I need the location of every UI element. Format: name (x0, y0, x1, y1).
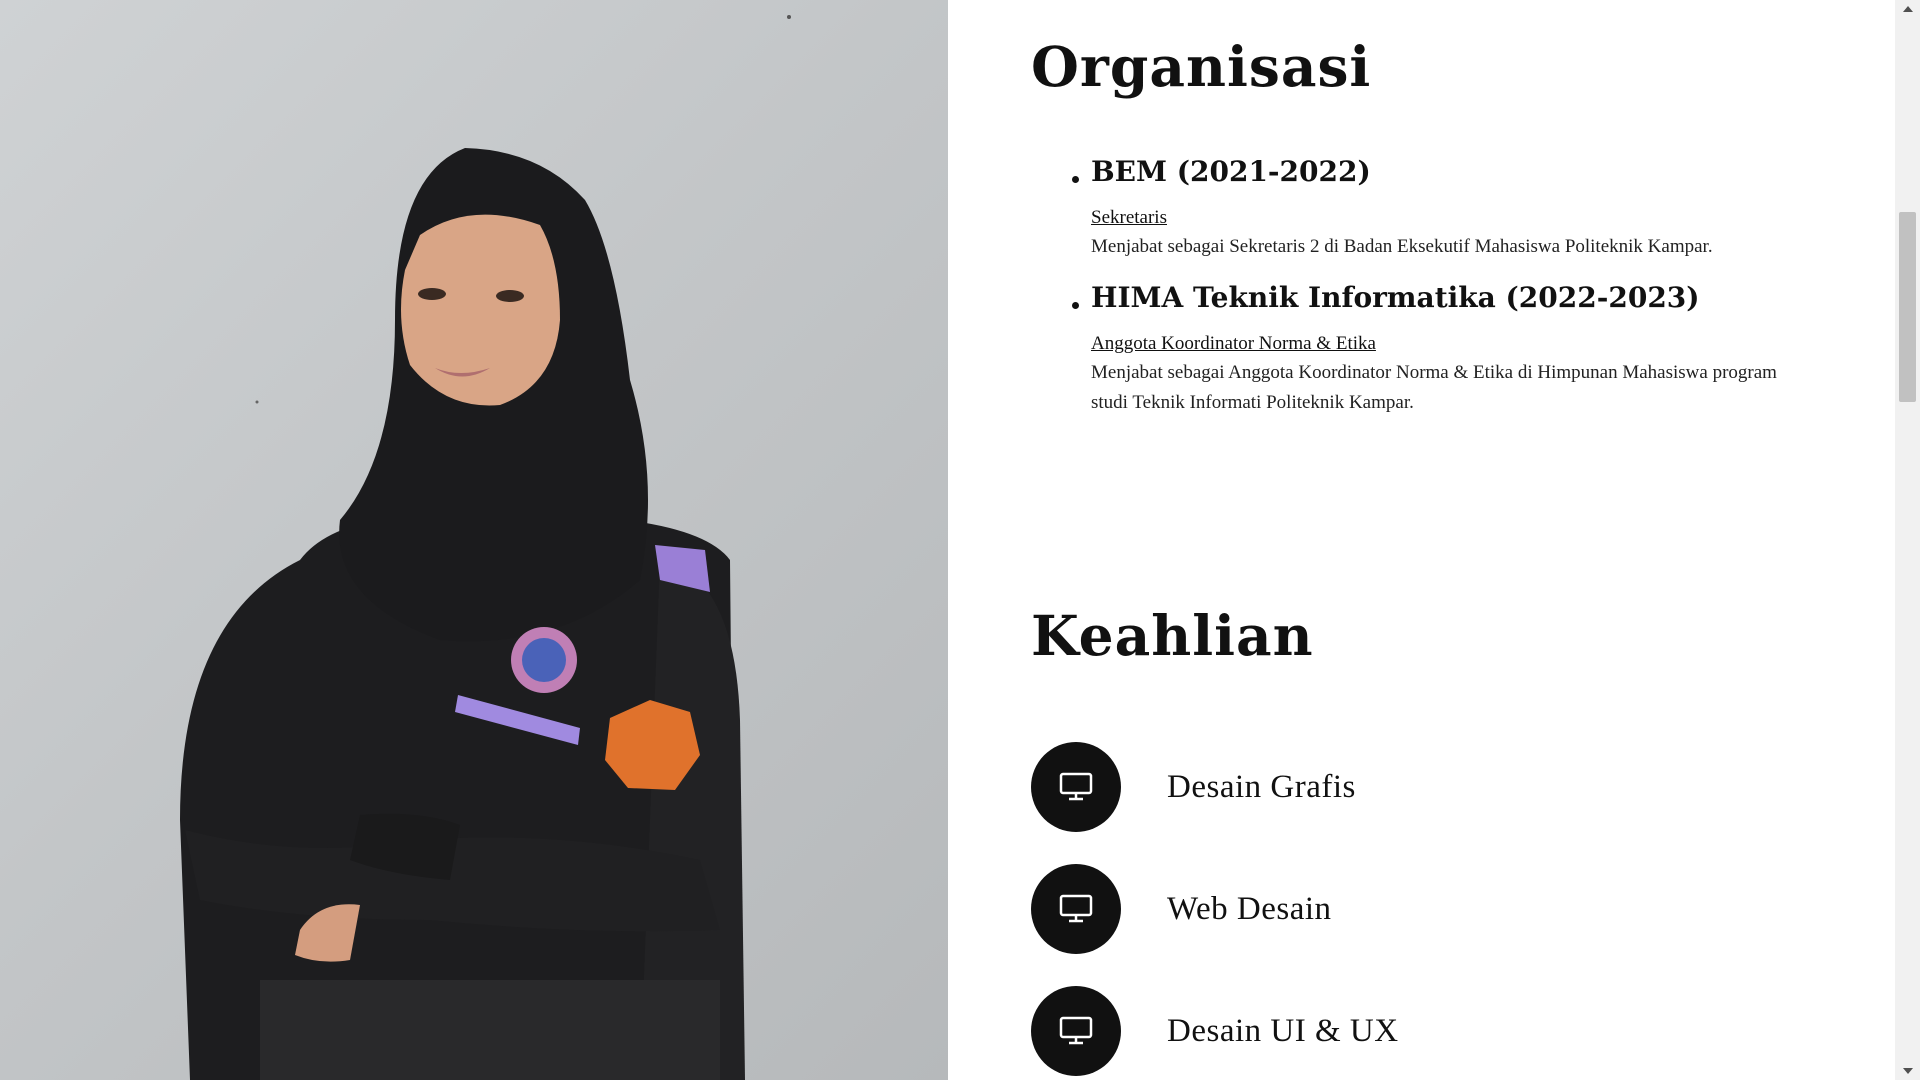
monitor-icon (1059, 894, 1093, 923)
organisasi-description: Menjabat sebagai Sekretaris 2 di Badan E… (1091, 236, 1713, 257)
organisasi-list: BEM (2021-2022) Sekretaris Menjabat seba… (1072, 150, 1811, 432)
organisasi-role-link[interactable]: Anggota Koordinator Norma & Etika (1091, 330, 1376, 358)
skill-label: Desain UI & UX (1167, 1012, 1399, 1049)
skill-icon-circle (1031, 864, 1121, 954)
section-title-organisasi: Organisasi (1031, 34, 1372, 99)
organisasi-name: HIMA Teknik Informatika (2022-2023) (1091, 281, 1700, 314)
scroll-up-arrow-icon[interactable] (1903, 6, 1913, 12)
main-content: Organisasi BEM (2021-2022) Sekretaris Me… (1031, 0, 1891, 1080)
skill-icon-circle (1031, 986, 1121, 1076)
skill-item: Desain Grafis (1031, 742, 1731, 832)
skill-icon-circle (1031, 742, 1121, 832)
organisasi-name: BEM (2021-2022) (1091, 155, 1371, 188)
list-item: BEM (2021-2022) Sekretaris Menjabat seba… (1072, 150, 1811, 262)
skill-item: Web Desain (1031, 864, 1731, 954)
scroll-thumb[interactable] (1899, 212, 1916, 402)
profile-photo (0, 0, 948, 1080)
scroll-down-arrow-icon[interactable] (1903, 1068, 1913, 1074)
vertical-scrollbar[interactable] (1895, 0, 1920, 1080)
monitor-icon (1059, 1016, 1093, 1045)
monitor-icon (1059, 772, 1093, 801)
section-title-keahlian: Keahlian (1031, 603, 1314, 668)
organisasi-description: Menjabat sebagai Anggota Koordinator Nor… (1091, 362, 1777, 413)
skill-item: Desain UI & UX (1031, 986, 1731, 1076)
portrait-illustration (180, 15, 791, 1080)
list-item: HIMA Teknik Informatika (2022-2023) Angg… (1072, 276, 1811, 418)
organisasi-role-link[interactable]: Sekretaris (1091, 204, 1167, 232)
skill-label: Desain Grafis (1167, 768, 1356, 805)
skill-label: Web Desain (1167, 890, 1332, 927)
